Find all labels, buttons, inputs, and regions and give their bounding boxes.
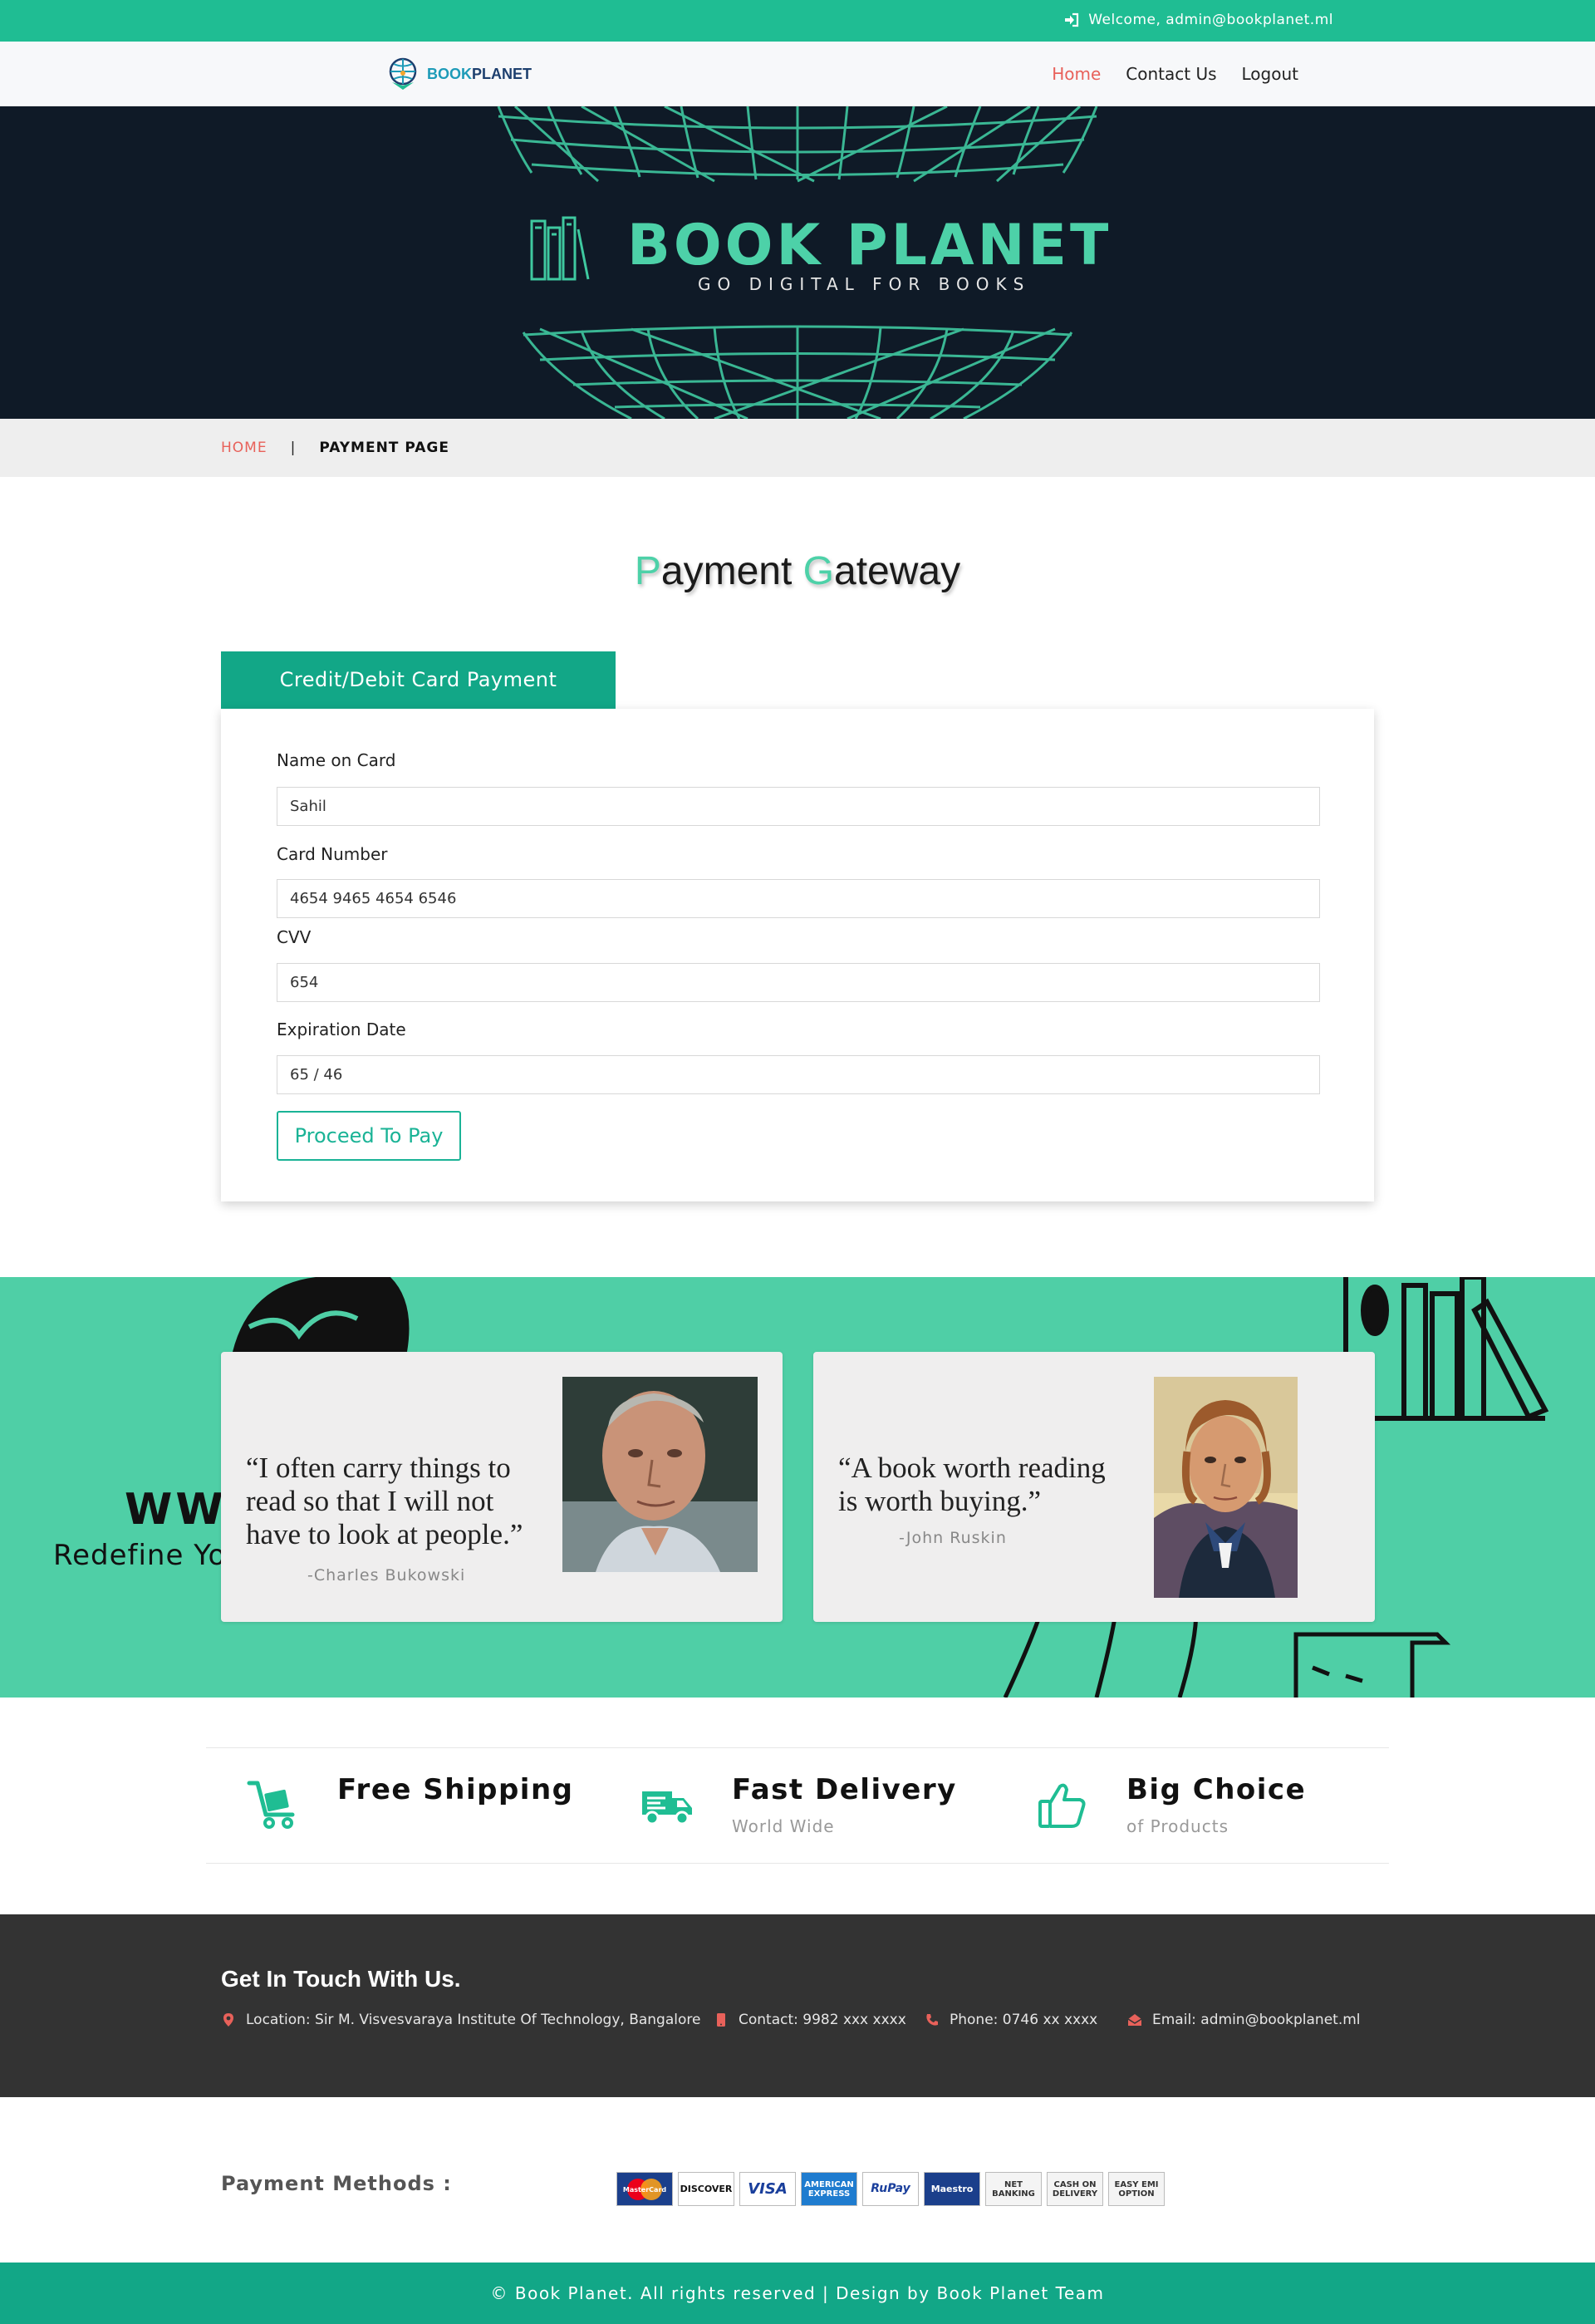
cvv-input[interactable]: [277, 963, 1320, 1002]
hero-banner: BOOK PLANET GO DIGITAL FOR BOOKS: [0, 106, 1595, 419]
maestro-logo: Maestro: [924, 2172, 980, 2206]
welcome-text: Welcome, admin@bookplanet.ml: [1088, 12, 1333, 28]
hero-subtitle: GO DIGITAL FOR BOOKS: [698, 274, 1031, 294]
mobile-icon: [717, 2013, 725, 2027]
books-icon: [530, 216, 590, 281]
nav-contact-link[interactable]: Contact Us: [1126, 64, 1216, 84]
feature-title: Big Choice: [1126, 1773, 1307, 1806]
contact-section: Get In Touch With Us. Location: Sir M. V…: [0, 1914, 1595, 2097]
rupay-logo: RuPay: [862, 2172, 919, 2206]
quote-author: -John Ruskin: [899, 1529, 1007, 1547]
navbar: BOOKPLANET Home Contact Us Logout: [0, 42, 1595, 106]
feature-title: Fast Delivery: [732, 1773, 957, 1806]
contact-location: Location: Sir M. Visvesvaraya Institute …: [221, 2012, 700, 2028]
quote-author: -Charles Bukowski: [307, 1566, 466, 1585]
top-bar: Welcome, admin@bookplanet.ml: [0, 0, 1595, 42]
quote-text: “A book worth reading is worth buying.”: [838, 1452, 1106, 1518]
cart-icon: [247, 1781, 295, 1829]
charles-bukowski-portrait: [562, 1377, 758, 1572]
payment-methods-list: MasterCard DISCOVER VISA AMERICAN EXPRES…: [616, 2172, 1165, 2206]
breadcrumb: HOME | PAYMENT PAGE: [221, 440, 449, 456]
visa-logo: VISA: [739, 2172, 796, 2206]
quote-card-bukowski: “I often carry things to read so that I …: [221, 1352, 783, 1622]
quote-card-ruskin: “A book worth reading is worth buying.” …: [813, 1352, 1375, 1622]
breadcrumb-home-link[interactable]: HOME: [221, 440, 267, 456]
quote-line: is worth buying.”: [838, 1485, 1042, 1517]
copyright-bar: © Book Planet. All rights reserved | Des…: [0, 2263, 1595, 2324]
map-marker-icon: [223, 2013, 233, 2027]
contact-phone: Phone: 0746 xx xxxx: [925, 2012, 1097, 2028]
quotes-section: WWW Redefine Yo “I often carry things to…: [0, 1277, 1595, 1698]
globe-logo-icon: [389, 57, 417, 90]
hero-title: BOOK PLANET: [627, 213, 1112, 278]
quote-line: have to look at people.”: [246, 1518, 523, 1550]
mastercard-label: MasterCard: [623, 2186, 667, 2194]
quote-line: “A book worth reading: [838, 1452, 1106, 1484]
tab-card-payment[interactable]: Credit/Debit Card Payment: [221, 651, 616, 709]
expiration-date-label: Expiration Date: [277, 1020, 406, 1039]
breadcrumb-separator: |: [290, 440, 297, 456]
payment-form: Name on Card Card Number CVV Expiration …: [221, 709, 1374, 1201]
contact-heading: Get In Touch With Us.: [221, 1966, 461, 1992]
contact-number-text: Contact: 9982 xxx xxxx: [739, 2012, 906, 2028]
nav-logout-link[interactable]: Logout: [1242, 64, 1298, 84]
nav-links: Home Contact Us Logout: [1052, 64, 1298, 84]
feature-subtitle: World Wide: [732, 1816, 835, 1836]
net-banking-logo: NET BANKING: [985, 2172, 1042, 2206]
phone-text: Phone: 0746 xx xxxx: [950, 2012, 1098, 2028]
mastercard-logo-icon: MasterCard: [623, 2178, 667, 2200]
breadcrumb-current: PAYMENT PAGE: [319, 440, 449, 456]
sign-in-icon: [1065, 12, 1079, 27]
john-ruskin-portrait: [1154, 1377, 1298, 1598]
nav-home-link[interactable]: Home: [1052, 64, 1101, 84]
phone-icon: [926, 2014, 938, 2026]
quote-line: read so that I will not: [246, 1485, 494, 1517]
proceed-to-pay-button[interactable]: Proceed To Pay: [277, 1111, 461, 1161]
easy-emi-logo: EASY EMI OPTION: [1108, 2172, 1165, 2206]
expiration-date-input[interactable]: [277, 1055, 1320, 1094]
email-text: Email: admin@bookplanet.ml: [1152, 2012, 1361, 2028]
american-express-logo: AMERICAN EXPRESS: [801, 2172, 857, 2206]
cash-on-delivery-logo: CASH ON DELIVERY: [1047, 2172, 1103, 2206]
card-number-input[interactable]: [277, 879, 1320, 918]
title-word-2: ateway: [834, 549, 961, 593]
truck-icon: [642, 1791, 692, 1825]
feature-subtitle: of Products: [1126, 1816, 1229, 1836]
thumbs-up-icon: [1038, 1783, 1086, 1828]
brand-name-part1: BOOK: [427, 65, 472, 82]
card-number-label: Card Number: [277, 844, 388, 864]
title-initial-g: G: [802, 549, 834, 593]
background-tagline-text: Redefine Yo: [53, 1539, 227, 1572]
brand-name-part2: PLANET: [472, 65, 532, 82]
contact-number: Contact: 9982 xxx xxxx: [714, 2012, 906, 2028]
breadcrumb-bar: HOME | PAYMENT PAGE: [0, 419, 1595, 477]
features-strip: Free Shipping Fast Delivery World Wide B…: [206, 1747, 1389, 1864]
contact-email: Email: admin@bookplanet.ml: [1127, 2012, 1361, 2028]
feature-title: Free Shipping: [337, 1773, 574, 1806]
brand-logo[interactable]: BOOKPLANET: [384, 55, 532, 93]
quote-line: “I often carry things to: [246, 1452, 511, 1484]
envelope-open-icon: [1127, 2014, 1142, 2026]
name-on-card-input[interactable]: [277, 787, 1320, 826]
location-text: Location: Sir M. Visvesvaraya Institute …: [246, 2012, 701, 2028]
discover-logo: DISCOVER: [678, 2172, 734, 2206]
name-on-card-label: Name on Card: [277, 750, 396, 770]
welcome-message: Welcome, admin@bookplanet.ml: [1063, 12, 1333, 28]
mastercard-logo: MasterCard: [616, 2172, 673, 2206]
brand-name: BOOKPLANET: [427, 66, 532, 83]
cvv-label: CVV: [277, 927, 312, 947]
quote-text: “I often carry things to read so that I …: [246, 1452, 523, 1551]
payment-methods-label: Payment Methods :: [221, 2172, 452, 2195]
title-initial-p: P: [634, 549, 661, 593]
title-word-1: ayment: [660, 549, 803, 593]
page-title: Payment Gateway: [0, 548, 1595, 594]
